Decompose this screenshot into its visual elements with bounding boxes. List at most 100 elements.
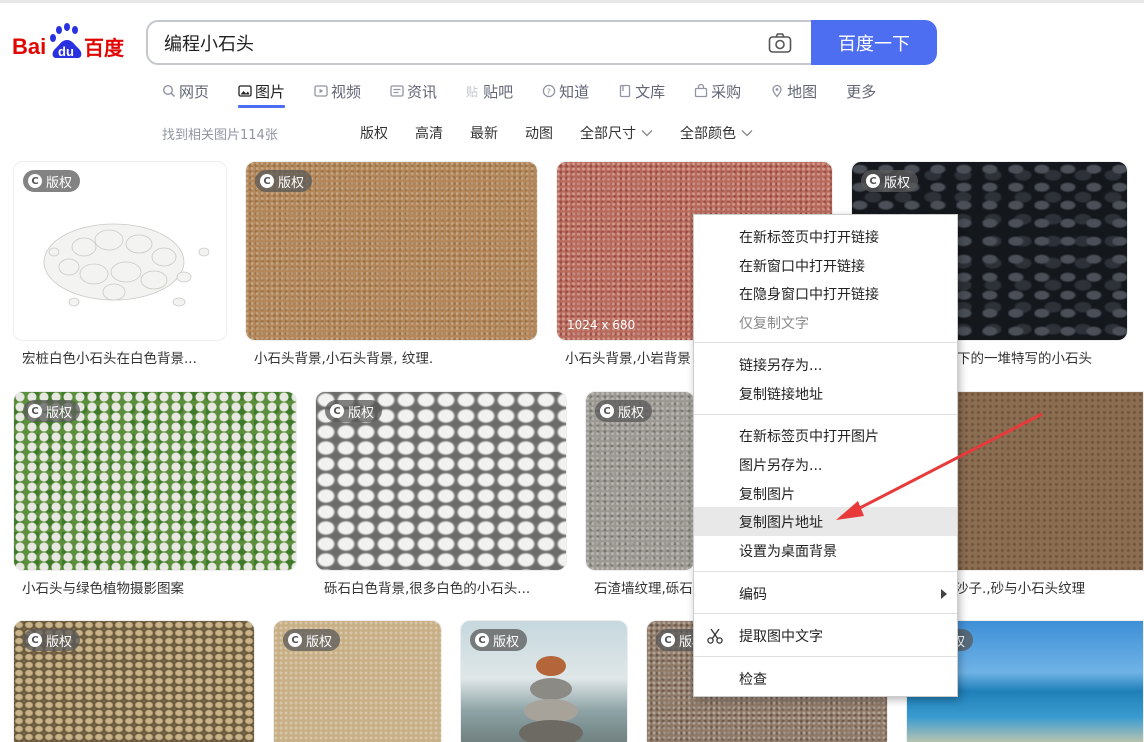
tab-label: 地图: [787, 82, 818, 101]
filter-color-dropdown[interactable]: 全部颜色: [680, 123, 753, 143]
tab-zhidao[interactable]: ? 知道: [542, 78, 589, 104]
image-thumbnail[interactable]: C 版权: [13, 391, 297, 571]
image-thumbnail[interactable]: C 版权: [273, 620, 442, 742]
menu-copy-image-address[interactable]: 复制图片地址: [694, 507, 957, 536]
tab-images[interactable]: 图片: [238, 78, 286, 108]
image-card[interactable]: C 版权 小石头与绿色植物摄影图案: [13, 391, 297, 601]
question-icon: ?: [542, 84, 556, 98]
image-thumbnail[interactable]: C 版权: [460, 620, 628, 742]
svg-text:Bai: Bai: [12, 34, 46, 59]
menu-extract-text[interactable]: 提取图中文字: [694, 621, 957, 650]
badge-label: 版权: [46, 405, 73, 421]
svg-text:?: ?: [547, 88, 551, 97]
baidu-logo[interactable]: Bai du 百度: [12, 22, 130, 64]
copyright-badge: C 版权: [325, 400, 383, 422]
image-card[interactable]: C 版权: [13, 620, 255, 742]
menu-open-link-new-window[interactable]: 在新窗口中打开链接: [694, 251, 957, 280]
filter-label: 全部尺寸: [580, 126, 636, 142]
image-card[interactable]: 沙子.,砂与小石头纹理: [945, 391, 1144, 601]
image-thumbnail[interactable]: C 版权: [585, 391, 695, 571]
image-caption[interactable]: 宏桩白色小石头在白色背景...: [22, 347, 222, 367]
cart-icon: [694, 84, 708, 98]
copyright-icon: C: [28, 174, 42, 188]
camera-icon[interactable]: [768, 32, 792, 54]
copyright-badge: C 版权: [23, 629, 81, 651]
menu-label: 编码: [739, 586, 767, 603]
image-card[interactable]: C 版权 石渣墙纹理,砾石: [585, 391, 695, 601]
image-caption[interactable]: 石渣墙纹理,砾石: [594, 577, 700, 597]
menu-save-link-as[interactable]: 链接另存为...: [694, 350, 957, 379]
image-card[interactable]: C 版权: [460, 620, 628, 742]
tab-label: 采购: [711, 82, 742, 101]
menu-open-image-new-tab[interactable]: 在新标签页中打开图片: [694, 421, 957, 450]
nav-tabs: 网页 图片 视频 资讯 贴 贴吧 ? 知道 文库 采购 地图 更多: [162, 78, 905, 108]
image-caption[interactable]: 沙子.,砂与小石头纹理: [955, 577, 1140, 597]
submenu-arrow-icon: [941, 589, 947, 599]
tab-purchase[interactable]: 采购: [694, 78, 741, 104]
chevron-down-icon: [641, 130, 653, 137]
tab-more[interactable]: 更多: [846, 78, 876, 104]
badge-label: 版权: [884, 175, 911, 191]
copyright-badge: C 版权: [23, 400, 81, 422]
image-caption[interactable]: 小石头与绿色植物摄影图案: [22, 577, 292, 597]
copyright-badge: C 版权: [861, 170, 919, 192]
news-icon: [390, 85, 404, 97]
image-thumbnail[interactable]: [945, 391, 1144, 571]
copyright-badge: C 版权: [283, 629, 341, 651]
filter-latest[interactable]: 最新: [470, 123, 498, 143]
badge-label: 版权: [278, 175, 305, 191]
image-thumbnail[interactable]: C 版权: [13, 161, 227, 341]
tab-tieba[interactable]: 贴 贴吧: [466, 78, 513, 104]
tab-label: 贴吧: [483, 82, 514, 101]
image-icon: [238, 85, 252, 97]
menu-separator: [694, 613, 957, 614]
tab-label: 视频: [331, 82, 362, 101]
search-button[interactable]: 百度一下: [811, 20, 937, 65]
tab-web[interactable]: 网页: [162, 78, 209, 104]
image-card[interactable]: C 版权 小石头背景,小石头背景, 纹理.: [245, 161, 538, 371]
menu-copy-image[interactable]: 复制图片: [694, 479, 957, 508]
search-box: [146, 20, 812, 65]
tab-label: 图片: [255, 82, 286, 101]
copyright-badge: C 版权: [470, 629, 528, 651]
menu-open-link-new-tab[interactable]: 在新标签页中打开链接: [694, 222, 957, 251]
tab-label: 网页: [179, 82, 210, 101]
filter-label: 全部颜色: [680, 126, 736, 142]
copyright-icon: C: [475, 633, 489, 647]
search-icon: [162, 84, 176, 98]
image-card[interactable]: C 版权 砾石白色背景,很多白色的小石头...: [315, 391, 567, 601]
svg-text:贴: 贴: [466, 85, 478, 98]
image-thumbnail[interactable]: C 版权: [13, 620, 255, 742]
copyright-icon: C: [600, 404, 614, 418]
menu-copy-text-only[interactable]: 仅复制文字: [694, 308, 957, 337]
copyright-icon: C: [28, 404, 42, 418]
image-caption[interactable]: 下的一堆特写的小石头: [957, 347, 1127, 367]
menu-open-link-incognito[interactable]: 在隐身窗口中打开链接: [694, 279, 957, 308]
copyright-icon: C: [661, 633, 675, 647]
tab-news[interactable]: 资讯: [390, 78, 437, 104]
badge-label: 版权: [618, 405, 645, 421]
menu-copy-link-address[interactable]: 复制链接地址: [694, 379, 957, 408]
tab-video[interactable]: 视频: [314, 78, 361, 104]
image-thumbnail[interactable]: C 版权: [315, 391, 567, 571]
image-card[interactable]: C 版权: [273, 620, 442, 742]
filter-hd[interactable]: 高清: [415, 123, 443, 143]
tab-wenku[interactable]: 文库: [618, 78, 665, 104]
menu-set-as-wallpaper[interactable]: 设置为桌面背景: [694, 536, 957, 565]
scissors-icon: [707, 628, 723, 644]
image-thumbnail[interactable]: C 版权: [245, 161, 538, 341]
chevron-down-icon: [741, 130, 753, 137]
filter-animated[interactable]: 动图: [525, 123, 553, 143]
image-card[interactable]: C 版权 宏桩白色小石头在白色背景...: [13, 161, 227, 371]
image-caption[interactable]: 砾石白色背景,很多白色的小石头...: [324, 577, 564, 597]
menu-encoding[interactable]: 编码: [694, 579, 957, 608]
filter-row: 找到相关图片114张 版权 高清 最新 动图 全部尺寸 全部颜色: [162, 121, 780, 145]
menu-save-image-as[interactable]: 图片另存为...: [694, 450, 957, 479]
tab-map[interactable]: 地图: [770, 78, 817, 104]
search-input[interactable]: [164, 22, 724, 63]
filter-size-dropdown[interactable]: 全部尺寸: [580, 123, 653, 143]
image-caption[interactable]: 小石头背景,小石头背景, 纹理.: [254, 347, 534, 367]
tab-label: 资讯: [407, 82, 438, 101]
menu-inspect[interactable]: 检查: [694, 664, 957, 693]
filter-copyright[interactable]: 版权: [360, 123, 388, 143]
